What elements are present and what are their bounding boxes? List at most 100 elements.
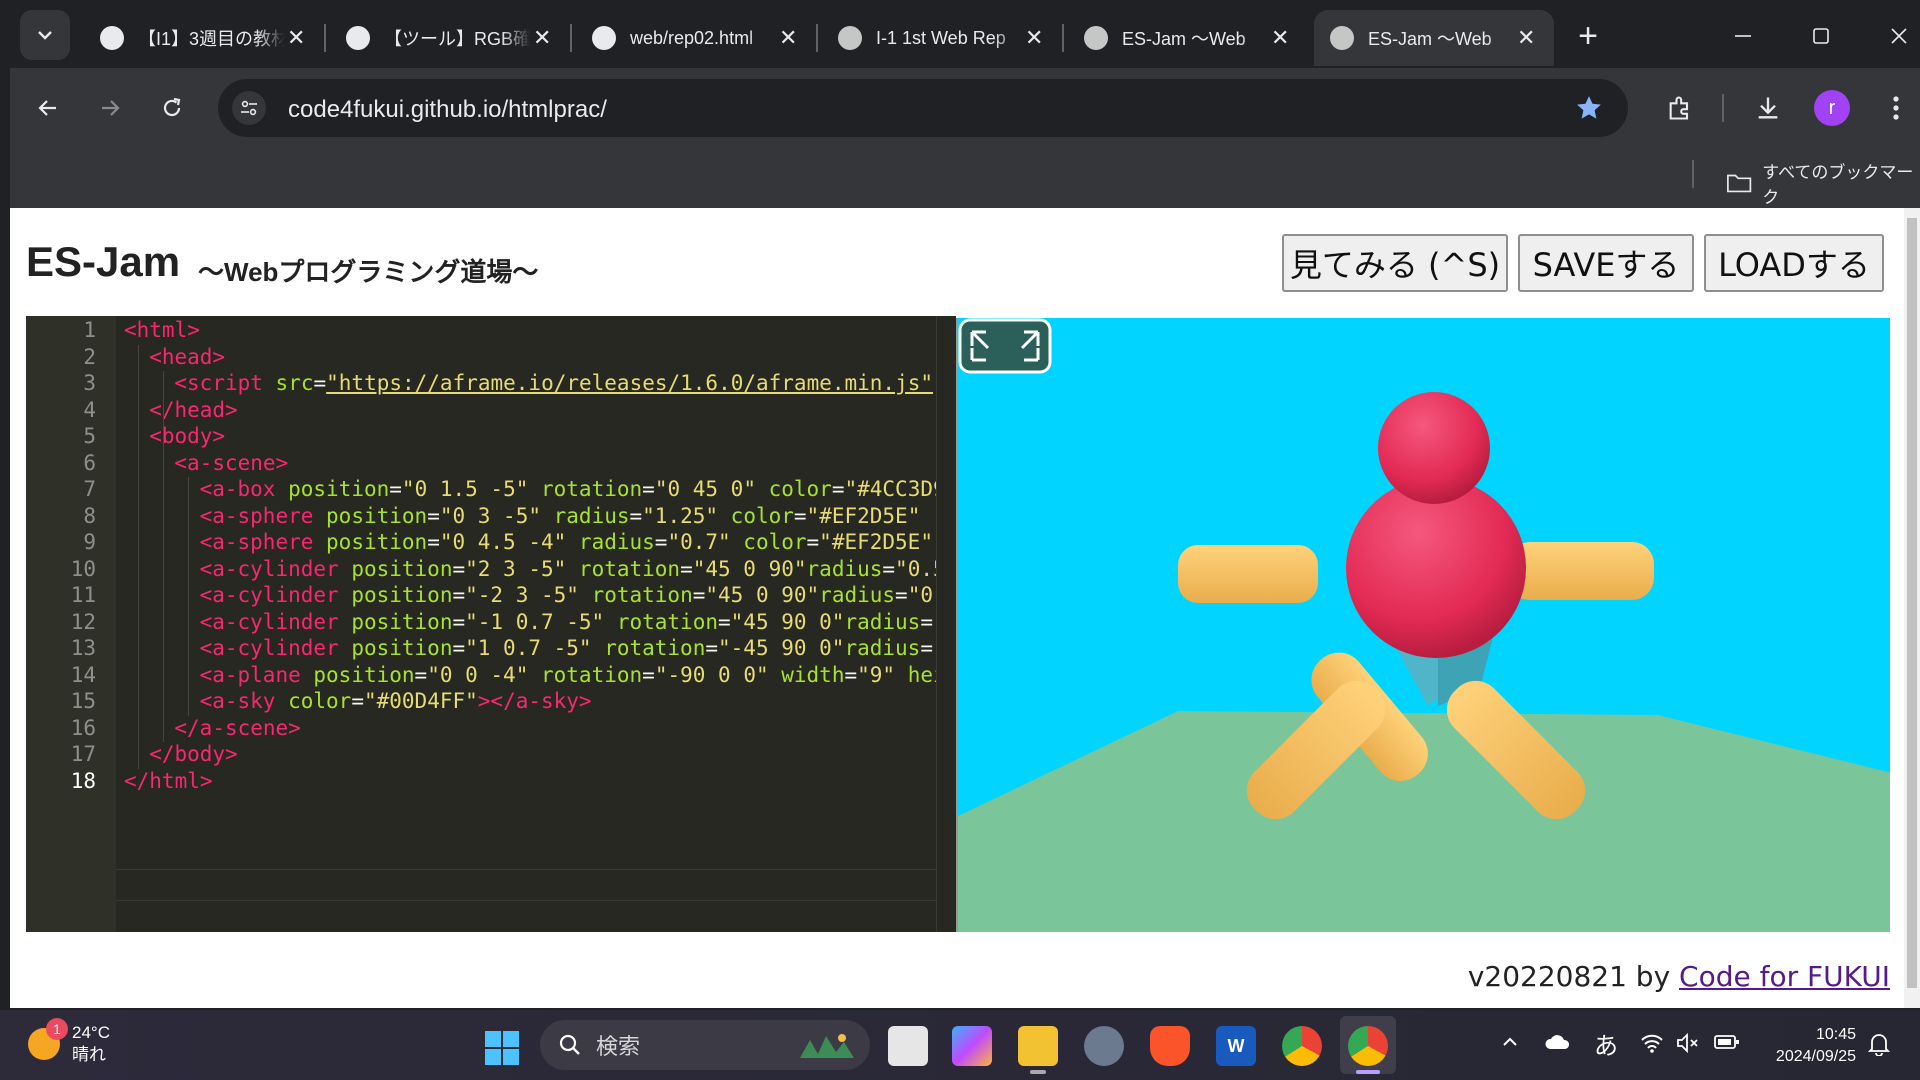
- code-line[interactable]: <a-cylinder position="1 0.7 -5" rotation…: [200, 636, 956, 660]
- code-line[interactable]: <a-sphere position="0 3 -5" radius="1.25…: [200, 504, 921, 528]
- menu-kebab-icon[interactable]: [1874, 86, 1918, 130]
- maximize-button[interactable]: [1796, 14, 1846, 58]
- code-token: <html>: [124, 318, 200, 342]
- editor-scrollbar[interactable]: [936, 316, 956, 932]
- battery-icon[interactable]: [1714, 1032, 1740, 1058]
- code-token: rotation: [541, 477, 643, 501]
- run-button[interactable]: 見てみる (^S): [1282, 234, 1508, 292]
- file-explorer-icon[interactable]: [1018, 1026, 1058, 1066]
- code-line[interactable]: <a-cylinder position="2 3 -5" rotation="…: [200, 557, 956, 581]
- minimize-button[interactable]: [1718, 14, 1768, 58]
- code-token: </a-scene>: [174, 715, 301, 740]
- profile-avatar[interactable]: r: [1814, 90, 1850, 126]
- back-button[interactable]: [28, 88, 68, 128]
- extensions-icon[interactable]: [1658, 86, 1702, 130]
- code-line[interactable]: <a-sky color="#00D4FF"></a-sky>: [200, 689, 592, 713]
- task-view-icon[interactable]: [888, 1026, 928, 1066]
- page-scrollbar[interactable]: [1904, 208, 1920, 1008]
- tab-2[interactable]: 【ツール】RGB確認✕: [330, 10, 572, 66]
- page-title: ES-Jam: [26, 238, 181, 285]
- reload-button[interactable]: [152, 88, 192, 128]
- code-token: <body>: [149, 424, 226, 448]
- footer-version: v20220821 by: [1467, 960, 1680, 993]
- code-line[interactable]: <a-sphere position="0 4.5 -4" radius="0.…: [200, 530, 933, 554]
- code-line[interactable]: </html>: [124, 769, 213, 793]
- tab-close-icon[interactable]: ✕: [777, 25, 800, 51]
- page-scrollbar-thumb[interactable]: [1907, 218, 1917, 988]
- forward-button[interactable]: [90, 88, 130, 128]
- download-icon[interactable]: [1746, 86, 1790, 130]
- line-number: 18: [70, 768, 96, 793]
- code-line[interactable]: <body>: [149, 424, 225, 448]
- code-token: "1 0.7 -5": [465, 636, 605, 660]
- code-line[interactable]: <a-cylinder position="-2 3 -5" rotation=…: [200, 583, 956, 607]
- code-token: =: [452, 636, 466, 660]
- code-line[interactable]: <head>: [149, 345, 225, 369]
- tab-close-icon[interactable]: ✕: [1269, 25, 1292, 51]
- system-clock[interactable]: 10:45 2024/09/25: [1760, 1024, 1856, 1068]
- url-text[interactable]: code4fukui.github.io/htmlprac/: [288, 96, 607, 124]
- wifi-icon[interactable]: [1640, 1032, 1664, 1060]
- site-info-icon[interactable]: [232, 91, 266, 125]
- tab-1[interactable]: 【I1】3週目の教材 ✕: [84, 10, 326, 66]
- code-line[interactable]: <a-box position="0 1.5 -5" rotation="0 4…: [200, 477, 956, 501]
- aframe-scene[interactable]: [958, 318, 1890, 932]
- arrow-right-icon: [102, 100, 120, 116]
- code-line[interactable]: <script src="https://aframe.io/releases/…: [174, 371, 933, 395]
- windows-start-icon[interactable]: [484, 1030, 520, 1066]
- code-token: =: [629, 503, 643, 528]
- wordpress-icon: [346, 26, 370, 50]
- tab-close-icon[interactable]: ✕: [1023, 25, 1046, 51]
- ime-indicator[interactable]: あ: [1594, 1026, 1618, 1061]
- address-bar[interactable]: code4fukui.github.io/htmlprac/: [218, 79, 1628, 137]
- tab-6[interactable]: ES-Jam 〜Web ✕: [1314, 10, 1554, 66]
- settings-gear-icon[interactable]: [1084, 1026, 1124, 1066]
- code-token: <a-sphere: [199, 503, 327, 528]
- code-line[interactable]: <html>: [124, 318, 200, 342]
- all-bookmarks-button[interactable]: すべてのブックマーク: [1726, 158, 1920, 208]
- taskbar-search[interactable]: 検索: [540, 1020, 870, 1070]
- new-tab-button[interactable]: +: [1566, 14, 1610, 58]
- folder-icon: [1727, 174, 1752, 193]
- brave-browser-icon[interactable]: [1150, 1026, 1190, 1066]
- chrome-profile-icon[interactable]: [1348, 1026, 1388, 1066]
- minimize-icon: [1735, 35, 1751, 37]
- code-token: "#EF2D5E": [806, 503, 921, 528]
- word-icon[interactable]: W: [1216, 1026, 1256, 1066]
- tray-chevron-up-icon[interactable]: [1500, 1032, 1520, 1058]
- tab-3[interactable]: web/rep02.html ✕: [576, 10, 818, 66]
- page-subtitle: 〜Webプログラミング道場〜: [198, 257, 539, 287]
- tab-4[interactable]: I-1 1st Web Rep ✕: [822, 10, 1064, 66]
- code-line[interactable]: </a-scene>: [174, 716, 300, 740]
- bookmark-star-icon[interactable]: [1574, 93, 1604, 128]
- code-line[interactable]: </body>: [149, 742, 238, 766]
- code-token: "-2 3 -5": [465, 583, 592, 607]
- code-token: =: [920, 609, 933, 634]
- tab-close-icon[interactable]: ✕: [1515, 25, 1538, 51]
- code-token: <a-cylinder: [199, 583, 352, 607]
- notification-bell-icon[interactable]: [1867, 1032, 1891, 1062]
- code-token: position: [288, 477, 390, 501]
- preview-pane[interactable]: [956, 318, 1890, 932]
- search-placeholder: 検索: [596, 1034, 641, 1059]
- code-editor[interactable]: 1 2 3 4 5 6 7 8 9 10 11 12 13 14 15 16 17 18 <html> <head>…: [26, 316, 956, 932]
- code-token: position: [351, 609, 453, 634]
- save-button[interactable]: SAVEする: [1518, 234, 1694, 292]
- code-token: color: [768, 477, 832, 501]
- fullscreen-vr-icon[interactable]: [958, 318, 1052, 374]
- close-window-button[interactable]: [1874, 14, 1920, 58]
- code-line[interactable]: <a-scene>: [174, 451, 288, 475]
- code-for-fukui-link[interactable]: Code for FUKUI: [1679, 960, 1890, 993]
- tab-search-button[interactable]: [20, 10, 70, 60]
- chrome-icon[interactable]: [1282, 1026, 1322, 1066]
- code-line[interactable]: <a-cylinder position="-1 0.7 -5" rotatio…: [200, 610, 956, 634]
- tab-close-icon[interactable]: ✕: [531, 25, 554, 51]
- copilot-icon[interactable]: [952, 1026, 992, 1066]
- load-button[interactable]: LOADする: [1704, 234, 1884, 292]
- onedrive-cloud-icon[interactable]: [1544, 1032, 1572, 1058]
- weather-widget[interactable]: 1 24°C 晴れ: [28, 1018, 110, 1066]
- tab-5[interactable]: ES-Jam 〜Web ✕: [1068, 10, 1308, 66]
- speaker-muted-icon[interactable]: [1676, 1032, 1700, 1060]
- tab-close-icon[interactable]: ✕: [285, 25, 308, 51]
- code-line[interactable]: <a-plane position="0 0 -4" rotation="-90…: [200, 663, 956, 687]
